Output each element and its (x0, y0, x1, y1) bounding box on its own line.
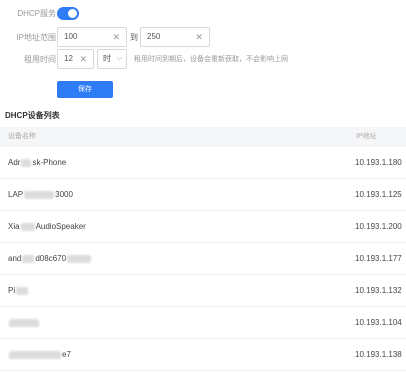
lease-time-label: 租用时间 (24, 55, 56, 64)
device-name: Pi (8, 275, 29, 307)
table-row: Xia AudioSpeaker 10.193.1.200 (0, 211, 406, 243)
toggle-knob (68, 9, 77, 18)
device-name: Xia AudioSpeaker (8, 222, 86, 231)
device-ip: 10.193.1.200 (355, 222, 402, 231)
device-name: LAP 3000 (8, 190, 73, 199)
range-end-value: 250 (147, 32, 161, 41)
lease-unit-value: 时 (103, 54, 111, 63)
table-row: 10.193.1.104 (0, 307, 406, 339)
lease-unit-select[interactable]: 时 ⌵ (97, 49, 127, 69)
device-name: Adr sk-Phone (8, 158, 67, 167)
save-button[interactable]: 保存 (57, 81, 113, 98)
dhcp-enable-row: DHCP服务 (0, 2, 406, 26)
device-ip: 10.193.1.132 (355, 286, 402, 295)
column-header-device-name: 设备名称 (8, 133, 36, 140)
device-name: e7 (8, 339, 71, 371)
table-row: Pi 10.193.1.132 (0, 275, 406, 307)
clear-icon[interactable]: ✕ (79, 50, 87, 68)
device-table: 设备名称 IP地址 Adr sk-Phone 10.193.1.180 LAP 30… (0, 127, 406, 371)
lease-value-input[interactable]: 12 ✕ (57, 49, 94, 69)
clear-icon[interactable]: ✕ (195, 28, 203, 46)
range-start-input[interactable]: 100 ✕ (57, 27, 127, 47)
lease-value: 12 (64, 54, 73, 63)
table-header: 设备名称 IP地址 (0, 127, 406, 147)
column-header-ip: IP地址 (356, 133, 377, 140)
table-row: Adr sk-Phone 10.193.1.180 (0, 147, 406, 179)
lease-time-row: 租用时间 12 ✕ 时 ⌵ 租用时间到期后，设备会重新获取，不会影响上网 (0, 48, 406, 72)
clear-icon[interactable]: ✕ (112, 28, 120, 46)
device-list-title: DHCP设备列表 (5, 111, 60, 120)
range-start-value: 100 (64, 32, 78, 41)
dhcp-enable-toggle[interactable] (57, 7, 79, 20)
chevron-down-icon: ⌵ (116, 55, 122, 62)
lease-hint-text: 租用时间到期后，设备会重新获取，不会影响上网 (134, 56, 288, 63)
device-ip: 10.193.1.125 (355, 190, 402, 199)
table-row: e7 10.193.1.138 (0, 339, 406, 371)
table-row: LAP 3000 10.193.1.125 (0, 179, 406, 211)
dhcp-settings-page: DHCP服务 IP地址范围 100 ✕ 到 250 ✕ 租用时间 12 ✕ 时 … (0, 0, 406, 376)
range-end-input[interactable]: 250 ✕ (140, 27, 210, 47)
device-ip: 10.193.1.177 (355, 254, 402, 263)
dhcp-enable-label: DHCP服务 (17, 9, 56, 18)
table-row: and d08c670 10.193.1.177 (0, 243, 406, 275)
ip-range-row: IP地址范围 100 ✕ 到 250 ✕ (0, 26, 406, 50)
ip-range-label: IP地址范围 (16, 33, 56, 42)
device-ip: 10.193.1.104 (355, 318, 402, 327)
device-name (8, 307, 40, 339)
device-ip: 10.193.1.138 (355, 350, 402, 359)
range-separator: 到 (130, 33, 138, 42)
device-name: and d08c670 (8, 243, 92, 275)
device-ip: 10.193.1.180 (355, 158, 402, 167)
